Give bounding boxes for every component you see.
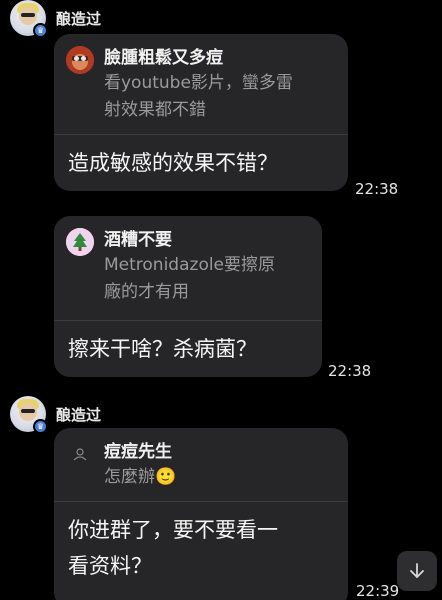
tree-icon xyxy=(66,228,94,256)
reply-quote[interactable]: 酒糟不要 Metronidazole要擦原 廠的才有用 xyxy=(54,216,322,306)
verified-badge-icon: ♛ xyxy=(33,419,48,434)
reply-text: Metronidazole要擦原 xyxy=(104,255,276,275)
verified-badge-icon: ♛ xyxy=(33,23,48,38)
face-avatar-icon xyxy=(66,46,94,74)
message-bubble[interactable]: 酒糟不要 Metronidazole要擦原 廠的才有用 擦来干啥？杀病菌？ xyxy=(54,216,322,377)
reply-text: 怎麼辦🙂 xyxy=(104,467,177,487)
reply-author: 酒糟不要 xyxy=(104,230,172,250)
scroll-down-button[interactable] xyxy=(397,551,437,591)
message-time: 22:38 xyxy=(355,180,399,198)
sender-row: ♛ 酿造过 xyxy=(10,396,101,434)
reply-text: 看youtube影片，蠻多雷 xyxy=(104,73,293,93)
reply-avatar xyxy=(66,440,94,468)
reply-text: 廠的才有用 xyxy=(104,282,189,302)
user-placeholder-icon xyxy=(73,448,87,461)
message-text: 擦来干啥？杀病菌？ xyxy=(68,337,257,361)
message-text: 你进群了，要不要看一 看资料？ xyxy=(54,502,348,584)
arrow-down-icon xyxy=(410,563,424,578)
message-bubble[interactable]: 臉腫粗鬆又多痘 看youtube影片，蠻多雷 射效果都不錯 造成敏感的效果不错？ xyxy=(54,34,348,191)
reply-author: 痘痘先生 xyxy=(104,442,172,462)
reply-avatar xyxy=(66,228,94,256)
reply-quote[interactable]: 痘痘先生 怎麼辦🙂 xyxy=(54,428,348,491)
reply-quote[interactable]: 臉腫粗鬆又多痘 看youtube影片，蠻多雷 射效果都不錯 xyxy=(54,34,348,124)
message-text-line: 看资料？ xyxy=(68,554,152,578)
message-text-line: 你进群了，要不要看一 xyxy=(68,518,278,542)
sender-row: ♛ 酿造过 xyxy=(10,0,101,38)
reply-text: 射效果都不錯 xyxy=(104,100,206,120)
reply-author: 臉腫粗鬆又多痘 xyxy=(104,48,223,68)
message-text: 造成敏感的效果不错？ xyxy=(68,151,278,175)
message-time: 22:39 xyxy=(356,582,400,600)
message-time: 22:38 xyxy=(328,362,372,380)
sender-name[interactable]: 酿造过 xyxy=(56,8,101,29)
sender-name[interactable]: 酿造过 xyxy=(56,404,101,425)
message-bubble[interactable]: 痘痘先生 怎麼辦🙂 你进群了，要不要看一 看资料？ xyxy=(54,428,348,600)
reply-avatar xyxy=(66,46,94,74)
chat-view: ♛ 酿造过 臉腫粗鬆又多痘 看youtube影片，蠻多雷 射效果都不錯 造成敏感… xyxy=(0,0,442,600)
sender-avatar[interactable]: ♛ xyxy=(10,396,48,434)
sender-avatar[interactable]: ♛ xyxy=(10,0,48,38)
